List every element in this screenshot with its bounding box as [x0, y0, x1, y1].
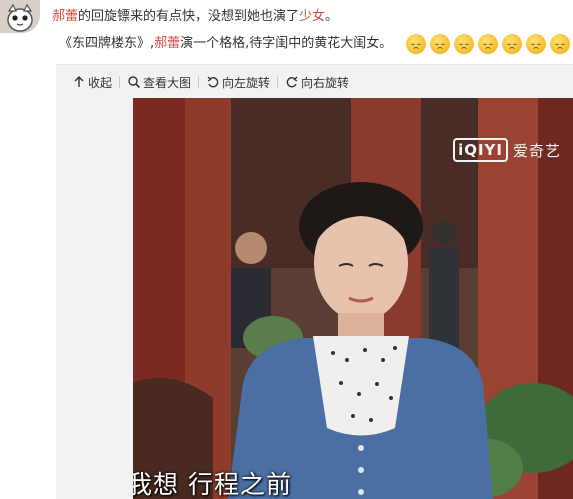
- smirk-emoji-icon: [430, 34, 451, 54]
- rotate-left-button[interactable]: 向左旋转: [206, 74, 270, 91]
- toolbar-divider: [277, 76, 279, 88]
- rotate-left-label: 向左旋转: [222, 75, 271, 90]
- post-text-a: 的回旋镖来的有点快，没想到她也演了: [78, 9, 300, 24]
- author-mention[interactable]: 郝蕾: [52, 9, 78, 24]
- rotate-right-button[interactable]: 向右旋转: [285, 74, 349, 91]
- toolbar-divider: [119, 76, 121, 88]
- smirk-emoji-icon: [526, 34, 547, 54]
- iqiyi-watermark: iQIYI 爱奇艺: [453, 138, 561, 162]
- magnifier-icon: [128, 76, 141, 89]
- watermark-text: 爱奇艺: [512, 141, 561, 160]
- post-text-c: 演一个格格,待字闺中的黄花大闺女。: [180, 36, 393, 51]
- drama-title: 《东四牌楼东》,: [59, 36, 155, 51]
- view-large-label: 查看大图: [143, 75, 192, 90]
- iqiyi-logo-icon: iQIYI: [453, 138, 508, 162]
- post-text-line-2: 《东四牌楼东》, 郝蕾 演一个格格,待字闺中的黄花大闺女。: [59, 34, 571, 54]
- video-subtitle: 我想 行程之前: [133, 470, 292, 499]
- smirk-emoji-icon: [478, 34, 499, 54]
- avatar[interactable]: [0, 0, 40, 33]
- post-image[interactable]: iQIYI 爱奇艺 我想 行程之前: [133, 98, 573, 499]
- smirk-emoji-icon: [454, 34, 475, 54]
- image-toolbar: 收起 查看大图 向左旋转 向右旋转: [56, 65, 573, 99]
- rotate-left-icon: [207, 76, 219, 88]
- view-large-button[interactable]: 查看大图: [127, 74, 191, 91]
- smirk-emoji-icon: [406, 34, 427, 54]
- smirk-emoji-icon: [550, 34, 571, 54]
- author-mention-2[interactable]: 郝蕾: [154, 34, 180, 54]
- post-text-line-1: 郝蕾的回旋镖来的有点快，没想到她也演了少女。: [52, 8, 338, 26]
- smirk-emoji-icon: [502, 34, 523, 54]
- emoji-row: [406, 34, 571, 54]
- rotate-right-label: 向右旋转: [301, 75, 350, 90]
- collapse-arrow-icon: [74, 76, 84, 87]
- post-text-b: 。: [325, 9, 339, 24]
- toolbar-divider: [198, 76, 200, 88]
- keyword-highlight[interactable]: 少女: [299, 9, 325, 24]
- rotate-right-icon: [286, 76, 298, 88]
- collapse-label: 收起: [88, 75, 113, 90]
- collapse-button[interactable]: 收起: [72, 74, 112, 91]
